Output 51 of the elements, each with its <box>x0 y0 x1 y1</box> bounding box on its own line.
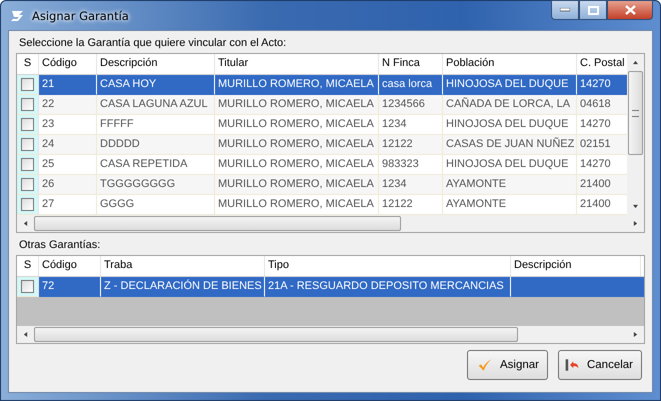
column-header[interactable]: Tipo <box>265 256 511 276</box>
table-row[interactable]: 25 CASA REPETIDA MURILLO ROMERO, MICAELA 983323 HINOJOSA DEL DUQUE 14270 <box>17 155 627 175</box>
checkbox[interactable] <box>21 138 34 151</box>
scrollbar-thumb[interactable] <box>628 71 643 155</box>
scroll-right-icon[interactable] <box>633 332 638 337</box>
checkbox[interactable] <box>21 78 34 91</box>
table-row[interactable]: 26 TGGGGGGGG MURILLO ROMERO, MICAELA 1234 AYAMONTE 21400 <box>17 175 627 195</box>
column-header[interactable]: Descripción <box>511 256 641 276</box>
minimize-button[interactable] <box>551 0 579 20</box>
column-header[interactable]: Titular <box>215 54 379 74</box>
vertical-scrollbar[interactable] <box>627 54 644 215</box>
table-row[interactable]: 24 DDDDD MURILLO ROMERO, MICAELA 12122 CASAS DE JUAN NUÑEZ 02151 <box>17 135 627 155</box>
table-row[interactable]: 72 Z - DECLARACIÓN DE BIENES 21A - RESGUARDO DEPOSITO MERCANCIAS <box>17 277 644 297</box>
scrollbar-thumb[interactable] <box>34 216 401 231</box>
checkbox[interactable] <box>21 280 34 293</box>
scroll-down-icon[interactable] <box>633 204 638 209</box>
column-header[interactable]: N Finca <box>379 54 443 74</box>
scrollbar-thumb[interactable] <box>34 327 518 342</box>
column-header[interactable]: S <box>17 256 39 276</box>
section-label: Seleccione la Garantía que quiere vincular con el Acto: <box>18 36 288 51</box>
column-header[interactable]: S <box>17 54 39 74</box>
horizontal-scrollbar[interactable] <box>17 326 644 343</box>
checkbox[interactable] <box>21 118 34 131</box>
table-row[interactable]: 21 CASA HOY MURILLO ROMERO, MICAELA casa lorca HINOJOSA DEL DUQUE 14270 <box>17 75 627 95</box>
scroll-left-icon[interactable] <box>23 221 28 226</box>
app-icon <box>10 8 26 22</box>
maximize-button[interactable] <box>579 0 607 20</box>
column-header[interactable]: Código <box>39 256 101 276</box>
checkbox[interactable] <box>21 98 34 111</box>
window-title: Asignar Garantía <box>32 8 129 22</box>
section-label: Otras Garantías: <box>18 238 102 253</box>
column-header[interactable]: Población <box>443 54 577 74</box>
checkbox[interactable] <box>21 158 34 171</box>
scroll-up-icon[interactable] <box>633 60 638 65</box>
close-icon <box>624 5 636 15</box>
table-row[interactable]: 23 FFFFF MURILLO ROMERO, MICAELA 1234 HINOJOSA DEL DUQUE 14270 <box>17 115 627 135</box>
checkbox[interactable] <box>21 178 34 191</box>
table-row[interactable]: 22 CASA LAGUNA AZUL MURILLO ROMERO, MICAELA 1234566 CAÑADA DE LORCA, LA 04618 <box>17 95 627 115</box>
column-header[interactable]: Descripción <box>97 54 215 74</box>
table-row[interactable]: 27 GGGG MURILLO ROMERO, MICAELA 12122 AYAMONTE 21400 <box>17 195 627 215</box>
minimize-icon <box>560 8 570 12</box>
maximize-icon <box>588 6 598 14</box>
horizontal-scrollbar[interactable] <box>17 215 644 232</box>
column-header[interactable]: Código <box>39 54 97 74</box>
assign-button[interactable]: Asignar <box>467 350 548 380</box>
scroll-left-icon[interactable] <box>23 332 28 337</box>
scroll-right-icon[interactable] <box>633 221 638 226</box>
column-header[interactable]: Traba <box>101 256 265 276</box>
cancel-button[interactable]: Cancelar <box>558 350 642 380</box>
checkbox[interactable] <box>21 198 34 211</box>
close-button[interactable] <box>607 0 653 20</box>
